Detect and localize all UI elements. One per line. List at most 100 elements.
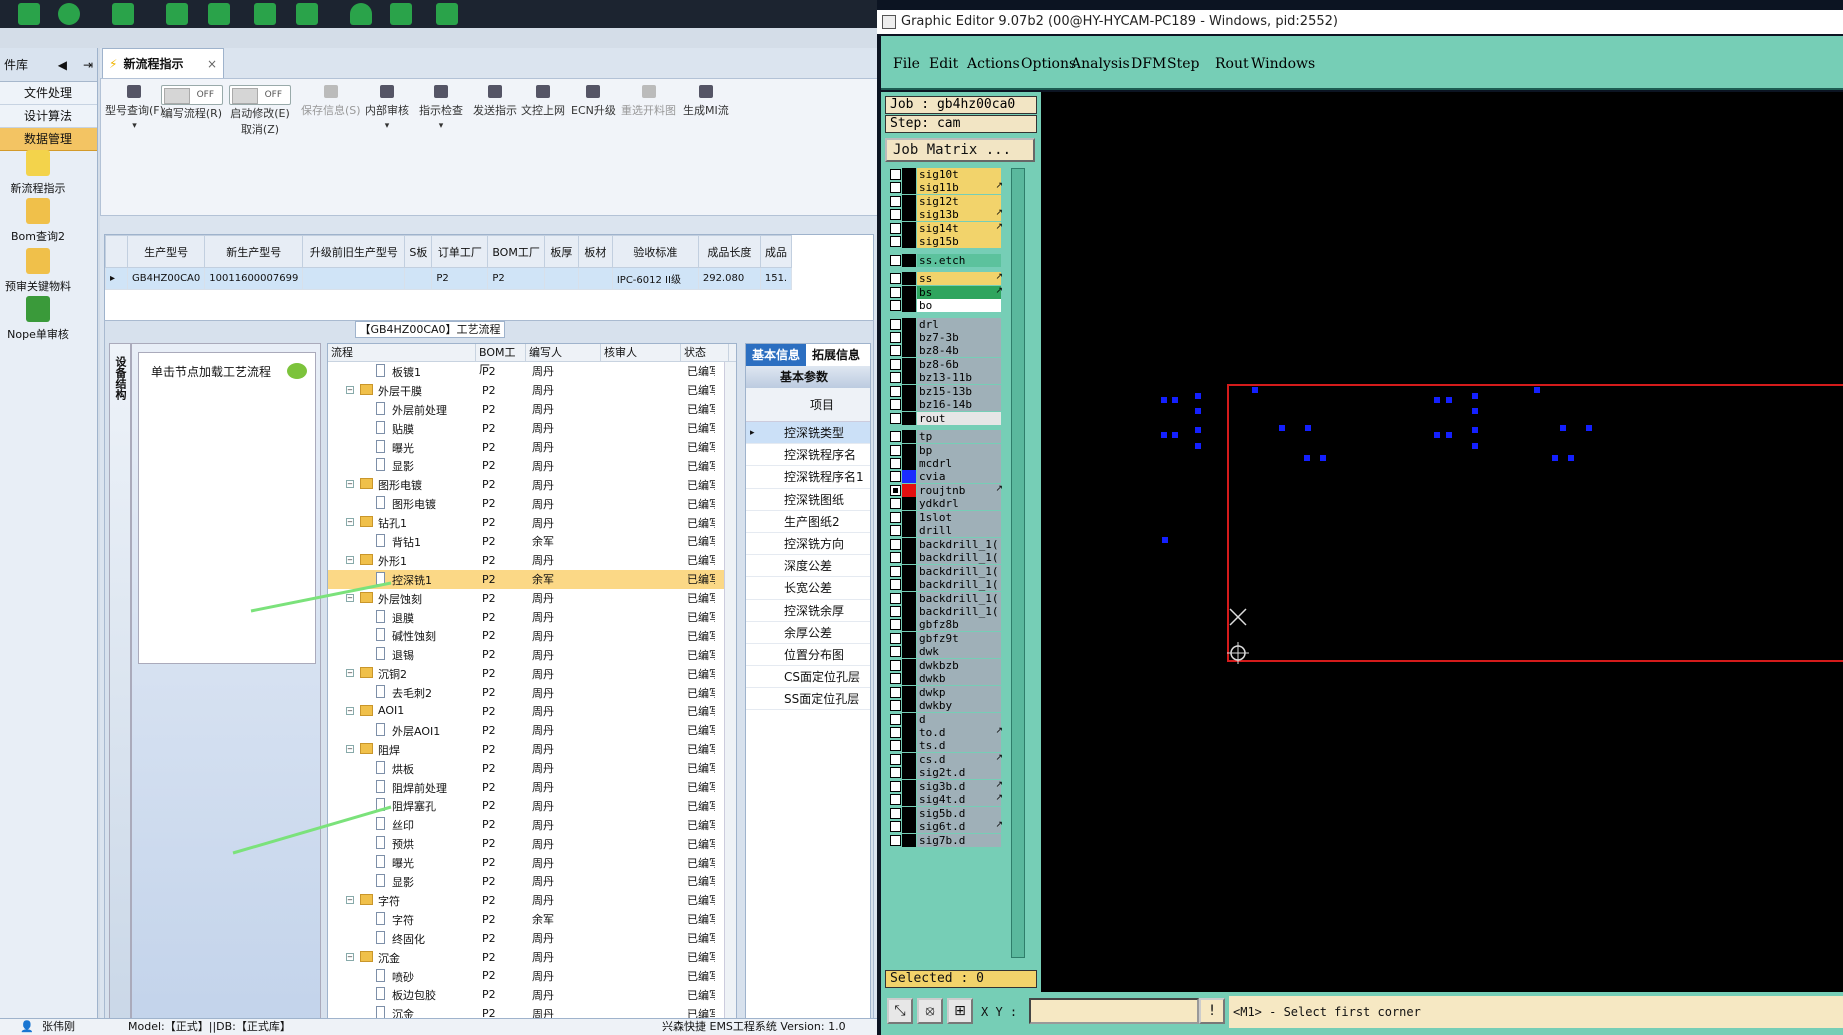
layer-checkbox[interactable]: [890, 538, 901, 550]
info-row[interactable]: 控深铣余厚: [746, 600, 870, 622]
tree-row[interactable]: − 外层蚀刻 P2 周丹 已编写: [328, 589, 736, 608]
chart-icon[interactable]: [390, 3, 412, 25]
tree-row[interactable]: 烘板 P2 周丹 已编写: [328, 759, 736, 778]
layer-checkbox[interactable]: [890, 222, 901, 234]
layer-row[interactable]: bz13-11b: [885, 371, 1007, 385]
layer-name[interactable]: tp: [917, 430, 1001, 444]
tree-row[interactable]: − 钻孔1 P2 周丹 已编写: [328, 513, 736, 532]
nav-shortcut[interactable]: 新流程指示: [0, 150, 76, 196]
layer-checkbox[interactable]: [890, 794, 901, 806]
layer-row[interactable]: bz16-14b: [885, 398, 1007, 412]
info-row[interactable]: 长宽公差: [746, 577, 870, 600]
tree-row[interactable]: − 沉铜2 P2 周丹 已编写: [328, 664, 736, 683]
vertical-scrollbar[interactable]: [724, 362, 736, 1035]
ribbon-button[interactable]: 生成MI流: [683, 85, 729, 118]
layer-name[interactable]: bz13-11b: [917, 371, 1001, 385]
layer-name[interactable]: bz8-6b: [917, 357, 1001, 371]
menu-rout[interactable]: Rout: [1215, 56, 1249, 72]
layer-checkbox[interactable]: [890, 318, 901, 330]
tree-row[interactable]: − 外层干膜 P2 周丹 已编写: [328, 381, 736, 400]
layer-row[interactable]: backdrill_1(: [885, 578, 1007, 592]
dropdown-arrow-icon[interactable]: ▾: [439, 121, 444, 131]
layer-name[interactable]: backdrill_1(: [917, 564, 1001, 578]
tree-row[interactable]: − 沉金 P2 周丹 已编写: [328, 948, 736, 967]
layer-name[interactable]: backdrill_1(: [917, 578, 1001, 592]
layer-row[interactable]: bp: [885, 443, 1007, 457]
grid-column-header[interactable]: 成品长度: [697, 235, 761, 268]
layer-row[interactable]: bz15-13b: [885, 384, 1007, 398]
layer-name[interactable]: dwkb: [917, 672, 1001, 686]
table-icon[interactable]: [296, 3, 318, 25]
layer-checkbox[interactable]: [890, 605, 901, 617]
layer-row[interactable]: bs ↗: [885, 285, 1007, 299]
user-icon[interactable]: [350, 3, 372, 25]
layer-name[interactable]: gbfz8b: [917, 618, 1001, 632]
layer-name[interactable]: sig15b: [917, 235, 1001, 249]
layer-checkbox[interactable]: [890, 345, 901, 357]
layer-row[interactable]: sig14t ↗: [885, 221, 1007, 235]
menu-actions[interactable]: Actions: [967, 56, 1020, 72]
grid-icon[interactable]: [112, 3, 134, 25]
layer-row[interactable]: bz7-3b: [885, 330, 1007, 344]
nav-item[interactable]: 设计算法: [0, 105, 97, 128]
layer-checkbox[interactable]: [890, 286, 901, 298]
layer-row[interactable]: sig7b.d: [885, 833, 1007, 847]
layer-row[interactable]: ts.d: [885, 739, 1007, 753]
nav-shortcut[interactable]: Nope单审核: [0, 296, 76, 342]
layer-name[interactable]: cs.d: [917, 752, 1001, 766]
tree-row[interactable]: 板镀1 P2 周丹 已编写: [328, 362, 736, 381]
grid-column-header[interactable]: 新生产型号: [204, 235, 304, 268]
zoom-window-icon[interactable]: ⤡: [887, 998, 913, 1024]
tree-row[interactable]: 外层前处理 P2 周丹 已编写: [328, 400, 736, 419]
tab-new-process[interactable]: ⚡ 新流程指示 ×: [102, 48, 224, 78]
layer-checkbox[interactable]: [890, 372, 901, 384]
info-row[interactable]: SS面定位孔层: [746, 688, 870, 711]
measure-icon[interactable]: ⦻: [917, 998, 943, 1024]
layer-checkbox[interactable]: [890, 565, 901, 577]
menu-options[interactable]: Options: [1021, 56, 1076, 72]
layer-name[interactable]: sig3b.d: [917, 779, 1001, 793]
layer-checkbox[interactable]: [890, 358, 901, 370]
tree-row[interactable]: 阻焊塞孔 P2 周丹 已编写: [328, 796, 736, 815]
layer-name[interactable]: sig11b: [917, 181, 1001, 195]
layer-name[interactable]: sig10t: [917, 168, 1001, 181]
layer-checkbox[interactable]: [890, 579, 901, 591]
tree-row[interactable]: 曝光 P2 周丹 已编写: [328, 438, 736, 457]
layer-row[interactable]: bo: [885, 299, 1007, 313]
tree-row[interactable]: − AOI1 P2 周丹 已编写: [328, 702, 736, 721]
layer-checkbox[interactable]: [890, 740, 901, 752]
tree-column-header[interactable]: 核审人: [601, 344, 681, 361]
layer-name[interactable]: bp: [917, 443, 1001, 457]
tree-row[interactable]: 显影 P2 周丹 已编写: [328, 456, 736, 475]
toggle-switch[interactable]: OFF: [161, 85, 223, 105]
layer-row[interactable]: sig12t: [885, 194, 1007, 208]
info-row[interactable]: 控深铣方向: [746, 533, 870, 556]
layer-name[interactable]: ydkdrl: [917, 497, 1001, 511]
tree-row[interactable]: 曝光 P2 周丹 已编写: [328, 853, 736, 872]
collapse-icon[interactable]: −: [346, 952, 354, 961]
globe-icon[interactable]: [58, 3, 80, 25]
layer-name[interactable]: gbfz9t: [917, 631, 1001, 645]
grid-column-header[interactable]: 升级前旧生产型号: [302, 235, 406, 268]
tree-row[interactable]: 显影 P2 周丹 已编写: [328, 872, 736, 891]
toggle-switch[interactable]: OFF: [229, 85, 291, 105]
ribbon-button[interactable]: 发送指示: [473, 85, 517, 118]
layer-name[interactable]: dwk: [917, 645, 1001, 659]
layer-name[interactable]: bz8-4b: [917, 344, 1001, 358]
nav-shortcut[interactable]: 预审关键物料: [0, 248, 76, 294]
layer-name[interactable]: drl: [917, 317, 1001, 331]
layer-checkbox[interactable]: [890, 273, 901, 285]
layer-name[interactable]: roujtnb: [917, 483, 1001, 497]
layer-checkbox[interactable]: [890, 169, 901, 180]
collapse-icon[interactable]: −: [346, 385, 354, 394]
layer-name[interactable]: dwkbzb: [917, 658, 1001, 672]
tree-row[interactable]: 板边包胶 P2 周丹 已编写: [328, 985, 736, 1004]
layer-row[interactable]: backdrill_1(: [885, 551, 1007, 565]
layer-row[interactable]: dwkp: [885, 685, 1007, 699]
layer-name[interactable]: rout: [917, 411, 1001, 425]
tree-row[interactable]: − 图形电镀 P2 周丹 已编写: [328, 475, 736, 494]
tree-row[interactable]: 退膜 P2 周丹 已编写: [328, 608, 736, 627]
menu-windows[interactable]: Windows: [1251, 56, 1315, 72]
ribbon-button[interactable]: 型号查询(F) ▾: [105, 85, 164, 131]
info-row[interactable]: 深度公差: [746, 555, 870, 578]
